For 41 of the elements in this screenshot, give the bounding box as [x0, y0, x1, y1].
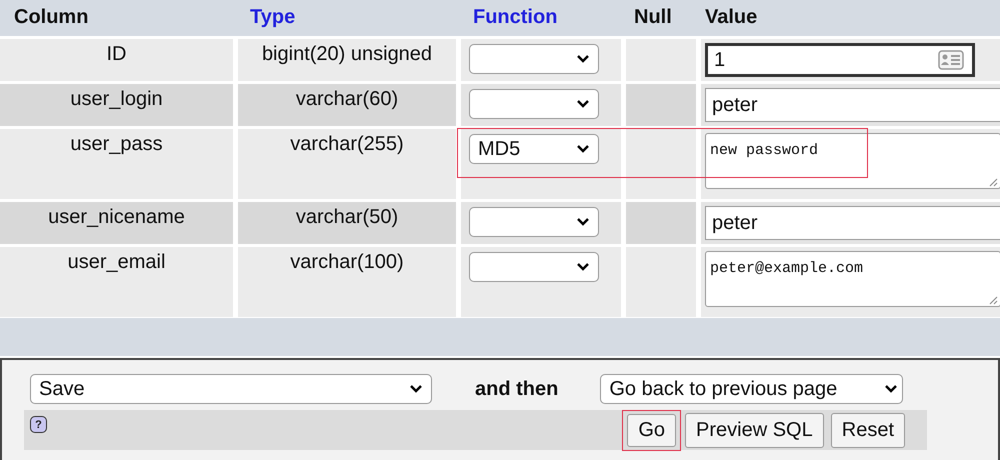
table-cell: bigint(20) unsigned	[238, 39, 456, 81]
table-cell: user_email	[0, 247, 233, 317]
dropdown[interactable]: Save	[30, 374, 432, 404]
label: and then	[475, 378, 558, 400]
chevron-icon	[576, 262, 590, 272]
text-area[interactable]: new password	[705, 133, 1000, 189]
chevron-icon	[884, 384, 898, 394]
chevron-icon	[576, 54, 590, 64]
table-cell	[626, 129, 696, 199]
button[interactable]: Reset	[830, 412, 905, 448]
table-cell: varchar(50)	[238, 202, 456, 244]
table-cell: user_pass	[0, 129, 233, 199]
chevron-icon	[576, 217, 590, 227]
contact-card-icon	[938, 50, 964, 70]
input-field[interactable]: peter	[705, 206, 1000, 240]
text-area[interactable]: peter@example.com	[705, 251, 1000, 307]
input-field[interactable]: peter	[705, 88, 1000, 122]
table-cell: varchar(100)	[238, 247, 456, 317]
table-cell: ID	[0, 39, 233, 81]
chevron-icon	[576, 99, 590, 109]
dropdown[interactable]	[469, 252, 599, 282]
dropdown[interactable]: Go back to previous page	[600, 374, 904, 404]
chevron-icon	[409, 384, 423, 394]
dropdown[interactable]	[469, 207, 599, 237]
dropdown[interactable]	[469, 44, 599, 74]
table-cell: user_nicename	[0, 202, 233, 244]
table-cell	[626, 202, 696, 244]
table-cell: user_login	[0, 84, 233, 126]
table-cell	[626, 247, 696, 317]
button[interactable]: Preview SQL	[685, 412, 824, 448]
table-cell: varchar(255)	[238, 129, 456, 199]
table-cell: varchar(60)	[238, 84, 456, 126]
help-icon[interactable]: ?	[30, 416, 47, 433]
table-cell	[626, 84, 696, 126]
button[interactable]: Go	[627, 414, 676, 446]
input-field[interactable]: 1	[705, 43, 975, 77]
dropdown[interactable]	[469, 89, 599, 119]
chevron-icon	[576, 144, 590, 154]
resize-grip-icon	[988, 177, 998, 187]
dropdown[interactable]: MD5	[469, 134, 599, 164]
resize-grip-icon	[988, 295, 998, 305]
